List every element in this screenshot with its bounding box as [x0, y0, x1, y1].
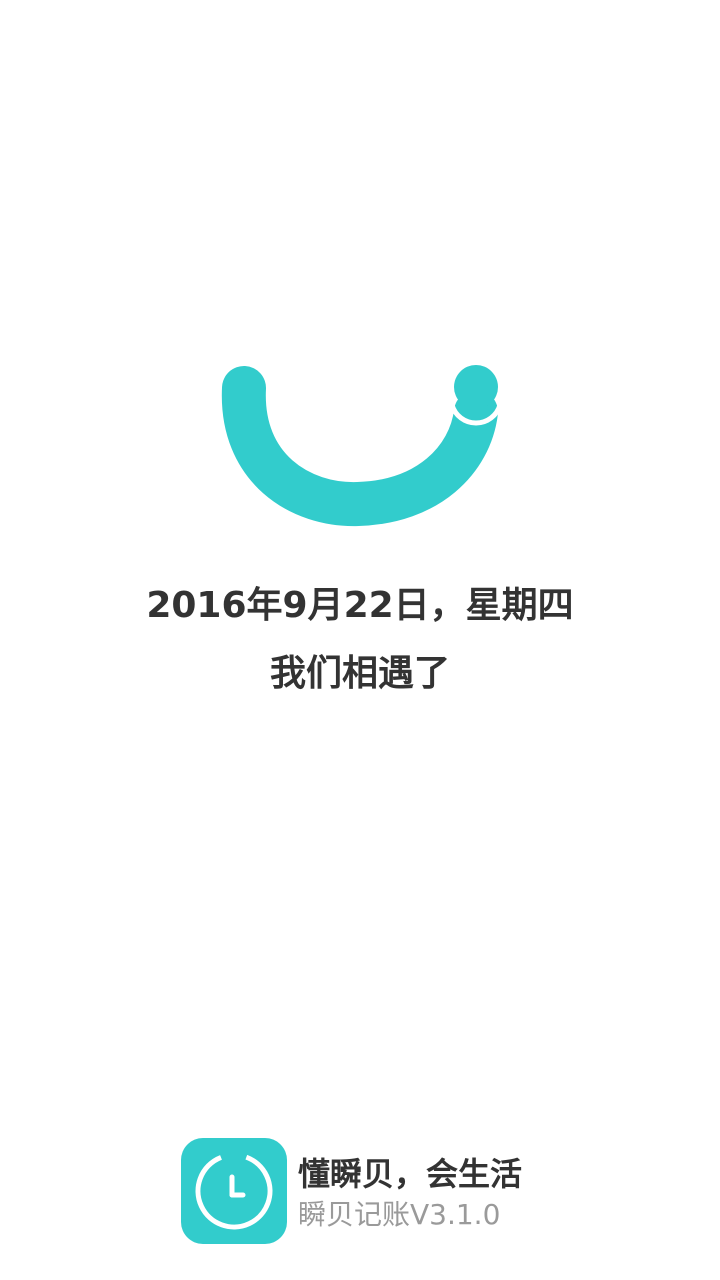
splash-date-line: 2016年9月22日，星期四 [146, 585, 574, 626]
smile-logo-icon [221, 365, 503, 527]
app-slogan: 懂瞬贝，会生活 [298, 1155, 523, 1193]
clock-icon [195, 1152, 273, 1230]
app-icon [181, 1138, 287, 1244]
splash-tagline: 我们相遇了 [269, 653, 450, 694]
app-version: 瞬贝记账V3.1.0 [298, 1198, 501, 1231]
